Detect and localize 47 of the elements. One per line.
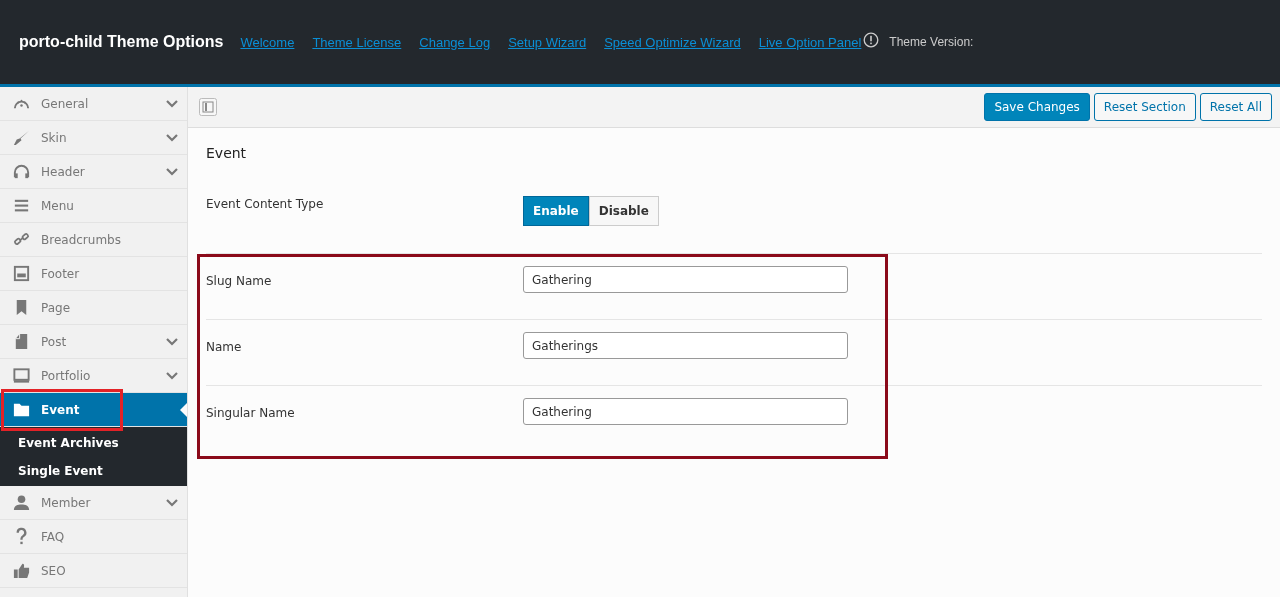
chevron-down-icon[interactable]: [166, 371, 178, 380]
field-label: Event Content Type: [206, 197, 325, 211]
field-label: Singular Name: [206, 406, 296, 420]
panel-toggle-icon[interactable]: [199, 98, 217, 116]
sidebar-item[interactable]: FAQ: [0, 520, 187, 554]
user-icon: [12, 493, 31, 512]
headphones-icon: [12, 162, 31, 181]
sidebar-item[interactable]: Page: [0, 291, 187, 325]
field-label: Name: [206, 340, 243, 354]
section-title: Event: [206, 144, 248, 163]
sidebar-item[interactable]: Footer: [0, 257, 187, 291]
monitor-icon: [12, 366, 31, 385]
sidebar-item[interactable]: Member: [0, 486, 187, 520]
sidebar-item[interactable]: Menu: [0, 189, 187, 223]
toggle-option[interactable]: Disable: [588, 196, 659, 226]
nav-link[interactable]: Theme License: [312, 34, 402, 50]
nav-link[interactable]: Speed Optimize Wizard: [604, 34, 741, 50]
page-title: porto-child Theme Options: [19, 33, 224, 51]
save-button[interactable]: Save Changes: [984, 93, 1090, 121]
nav-link[interactable]: Change Log: [419, 34, 491, 50]
field-label: Slug Name: [206, 274, 273, 288]
submenu-item[interactable]: Event Archives: [0, 429, 187, 457]
chevron-down-icon[interactable]: [166, 133, 178, 142]
nav-link[interactable]: Welcome: [240, 34, 295, 50]
chevron-down-icon[interactable]: [166, 99, 178, 108]
sidebar-item[interactable]: General: [0, 87, 187, 121]
submenu-item[interactable]: Single Event: [0, 457, 187, 485]
footer-icon: [12, 264, 31, 283]
chevron-down-icon[interactable]: [166, 167, 178, 176]
text-field[interactable]: Gathering: [523, 398, 848, 425]
reset-button[interactable]: Reset Section: [1093, 93, 1196, 121]
chevron-down-icon[interactable]: [166, 337, 178, 346]
toggle-option[interactable]: Enable: [523, 196, 589, 226]
info-icon[interactable]: [863, 32, 880, 48]
sidebar-item[interactable]: Breadcrumbs: [0, 223, 187, 257]
text-field[interactable]: Gathering: [523, 266, 848, 293]
nav-link[interactable]: Setup Wizard: [508, 34, 587, 50]
thumb-icon: [12, 561, 31, 580]
sidebar-item[interactable]: Header: [0, 155, 187, 189]
sidebar-item[interactable]: SEO: [0, 554, 187, 588]
nav-link[interactable]: Live Option Panel: [758, 34, 862, 50]
theme-version-label: Theme Version:: [889, 35, 974, 49]
sidebar-item[interactable]: Skin: [0, 121, 187, 155]
chevron-down-icon[interactable]: [166, 498, 178, 507]
reset-button[interactable]: Reset All: [1199, 93, 1272, 121]
text-field[interactable]: Gatherings: [523, 332, 848, 359]
sidebar-item[interactable]: Post: [0, 325, 187, 359]
